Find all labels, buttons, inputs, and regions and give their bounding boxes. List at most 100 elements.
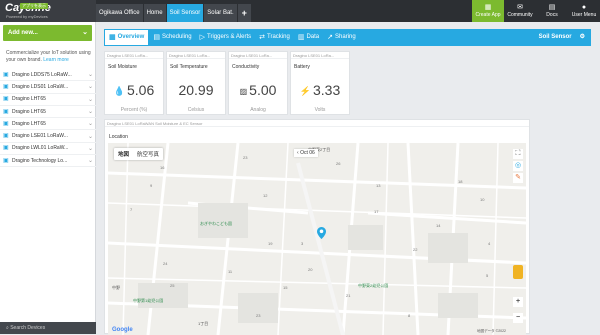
user-menu-button[interactable]: ● User Menu xyxy=(568,0,600,22)
map-label: 中野東2幼児公園 xyxy=(358,283,389,288)
device-icon: ▣ xyxy=(3,120,9,127)
widget-title: Soil Temperature xyxy=(170,64,208,70)
map-number: 25 xyxy=(170,283,175,288)
widget-unit: Celsius xyxy=(187,107,205,113)
widget-value: 5.06 xyxy=(126,82,155,98)
chevron-down-icon[interactable]: ⌄ xyxy=(88,71,96,78)
zoom-out-button[interactable]: − xyxy=(513,313,523,323)
chevron-down-icon[interactable]: ⌄ xyxy=(88,145,96,152)
device-title-area: Soil Sensor ⚙ xyxy=(539,29,585,46)
tab-home[interactable]: Home xyxy=(143,4,166,22)
widget-title: Conductivity xyxy=(232,64,260,70)
tab-scheduling-label: Scheduling xyxy=(161,34,192,40)
community-label: Community xyxy=(507,12,533,18)
map-number: 10 xyxy=(480,197,485,202)
device-item[interactable]: ▣ Dragino LHT65 ⌄ xyxy=(0,94,96,106)
tab-triggers-alerts[interactable]: ▷ Triggers & Alerts xyxy=(196,29,256,46)
map-number: 3 xyxy=(301,241,304,246)
map-label: おぎやわこども園 xyxy=(200,221,232,226)
map-label: 中野 xyxy=(112,285,120,290)
tab-ogikawa-office[interactable]: Ogikawa Office xyxy=(96,4,143,22)
device-item[interactable]: ▣ Dragino LSE01 LoRaW... ⌄ xyxy=(0,130,96,143)
overview-icon: ▦ xyxy=(109,34,116,41)
device-icon: ▣ xyxy=(3,83,9,90)
top-actions: ▦ Create App ✉ Community ▤ Docs ● User M… xyxy=(472,0,600,22)
bolt-icon: ⚡ xyxy=(299,85,311,96)
add-new-button[interactable]: Add new... ⌄ xyxy=(3,25,92,41)
device-item[interactable]: ▣ Dragino LDDS75 LoRaW... ⌄ xyxy=(0,69,96,82)
widget-value: 20.99 xyxy=(178,82,214,98)
docs-label: Docs xyxy=(546,12,558,18)
logo[interactable]: Cayenne アプリを表示 Powered by myDevices xyxy=(0,0,96,22)
docs-button[interactable]: ▤ Docs xyxy=(536,0,568,22)
widget-header: Dragino LSE01 LoRa... xyxy=(291,52,349,59)
map-number: 18 xyxy=(458,179,463,184)
map-date: Oct 06 xyxy=(300,150,315,156)
map-canvas[interactable]: おぎやわこども園 中野東2幼児公園 中野第1幼児公園 中野東2丁目 1丁目 中野… xyxy=(108,143,526,335)
tab-soil-sensor[interactable]: Soil Sensor xyxy=(166,4,204,22)
device-item[interactable]: ▣ Dragino LWL01 LoRaW... ⌄ xyxy=(0,143,96,156)
fullscreen-icon[interactable]: ⛶ xyxy=(513,149,523,159)
map-number: 5 xyxy=(486,273,489,278)
widget-conductivity[interactable]: Dragino LSE01 LoRa... Conductivity ▨ 5.00… xyxy=(228,51,288,115)
map-number: 11 xyxy=(228,269,233,274)
tab-sharing[interactable]: ↗ Sharing xyxy=(323,29,360,46)
chevron-down-icon[interactable]: ⌄ xyxy=(88,120,96,127)
zoom-in-button[interactable]: + xyxy=(513,297,523,307)
device-item[interactable]: ▣ Dragino LHT65 ⌄ xyxy=(0,106,96,119)
street-view-pegman-icon[interactable] xyxy=(513,265,523,279)
tab-tracking[interactable]: ⇄ Tracking xyxy=(255,29,294,46)
community-button[interactable]: ✉ Community xyxy=(504,0,536,22)
map-attribution[interactable]: 地図データ ©2022 xyxy=(477,329,506,334)
chevron-down-icon[interactable]: ⌄ xyxy=(88,133,96,140)
device-name: Dragino Technology Lo... xyxy=(12,157,68,164)
chevron-down-icon[interactable]: ⌄ xyxy=(88,83,96,90)
device-name: Dragino LHT65 xyxy=(12,108,46,115)
learn-more-link[interactable]: Learn more xyxy=(43,57,69,63)
add-new-label: Add new... xyxy=(8,30,38,36)
draw-icon[interactable]: ✎ xyxy=(513,173,523,183)
top-bar: Cayenne アプリを表示 Powered by myDevices Ogik… xyxy=(0,0,600,22)
map-type-satellite-button[interactable]: 航空写真 xyxy=(133,148,163,160)
widget-unit: Analog xyxy=(250,107,266,113)
tab-overview[interactable]: ▦ Overview xyxy=(104,29,150,46)
chevron-down-icon[interactable]: ⌄ xyxy=(88,157,96,164)
map-number: 16 xyxy=(160,165,165,170)
sidebar: Add new... ⌄ Commercialize your IoT solu… xyxy=(0,22,96,334)
share-icon: ↗ xyxy=(327,34,334,41)
tab-data[interactable]: ▥ Data xyxy=(294,29,323,46)
device-item[interactable]: ▣ Dragino LDS01 LoRaW... ⌄ xyxy=(0,81,96,94)
search-devices-input[interactable]: ⌕ Search Devices xyxy=(0,322,96,334)
widget-soil-moisture[interactable]: Dragino LSE01 LoRa... Soil Moisture 💧 5.0… xyxy=(104,51,164,115)
tab-triggers-label: Triggers & Alerts xyxy=(207,34,252,40)
chevron-down-icon[interactable]: ⌄ xyxy=(88,108,96,115)
tab-scheduling[interactable]: ▤ Scheduling xyxy=(149,29,195,46)
map-number: 19 xyxy=(268,241,273,246)
device-item[interactable]: ▣ Dragino Technology Lo... ⌄ xyxy=(0,155,96,168)
widget-soil-temperature[interactable]: Dragino LSE01 LoRa... Soil Temperature 2… xyxy=(166,51,226,115)
locate-icon[interactable]: ◎ xyxy=(513,161,523,171)
widget-unit: Percent (%) xyxy=(120,107,148,113)
map-type-map-button[interactable]: 地図 xyxy=(114,148,133,160)
widget-battery[interactable]: Dragino LSE01 LoRa... Battery ⚡ 3.33 Volt… xyxy=(290,51,350,115)
tab-tracking-label: Tracking xyxy=(267,34,290,40)
device-icon: ▣ xyxy=(3,133,9,140)
create-app-button[interactable]: ▦ Create App xyxy=(472,0,504,22)
device-item[interactable]: ▣ Dragino LHT65 ⌄ xyxy=(0,118,96,131)
device-list: ▣ Dragino LDDS75 LoRaW... ⌄ ▣ Dragino LDS01… xyxy=(0,69,96,168)
map-number: 14 xyxy=(436,223,441,228)
settings-gear-icon[interactable]: ⚙ xyxy=(580,29,585,46)
tab-solar-bat[interactable]: Solar Bat. xyxy=(204,4,237,22)
widget-header: Dragino LSE01 LoRa... xyxy=(105,52,163,59)
device-name: Dragino LDS01 LoRaW... xyxy=(12,83,69,90)
location-marker-icon[interactable] xyxy=(317,227,326,239)
map-streets xyxy=(108,143,526,335)
chevron-down-icon[interactable]: ⌄ xyxy=(88,96,96,103)
add-tab-button[interactable]: + xyxy=(237,4,251,22)
map-date-selector[interactable]: ‹ Oct 06 xyxy=(294,149,318,157)
device-icon: ▣ xyxy=(3,108,9,115)
map-number: 21 xyxy=(346,293,351,298)
project-tabs: Ogikawa Office Home Soil Sensor Solar Ba… xyxy=(96,4,252,22)
widget-title: Soil Moisture xyxy=(108,64,137,70)
device-icon: ▣ xyxy=(3,145,9,152)
